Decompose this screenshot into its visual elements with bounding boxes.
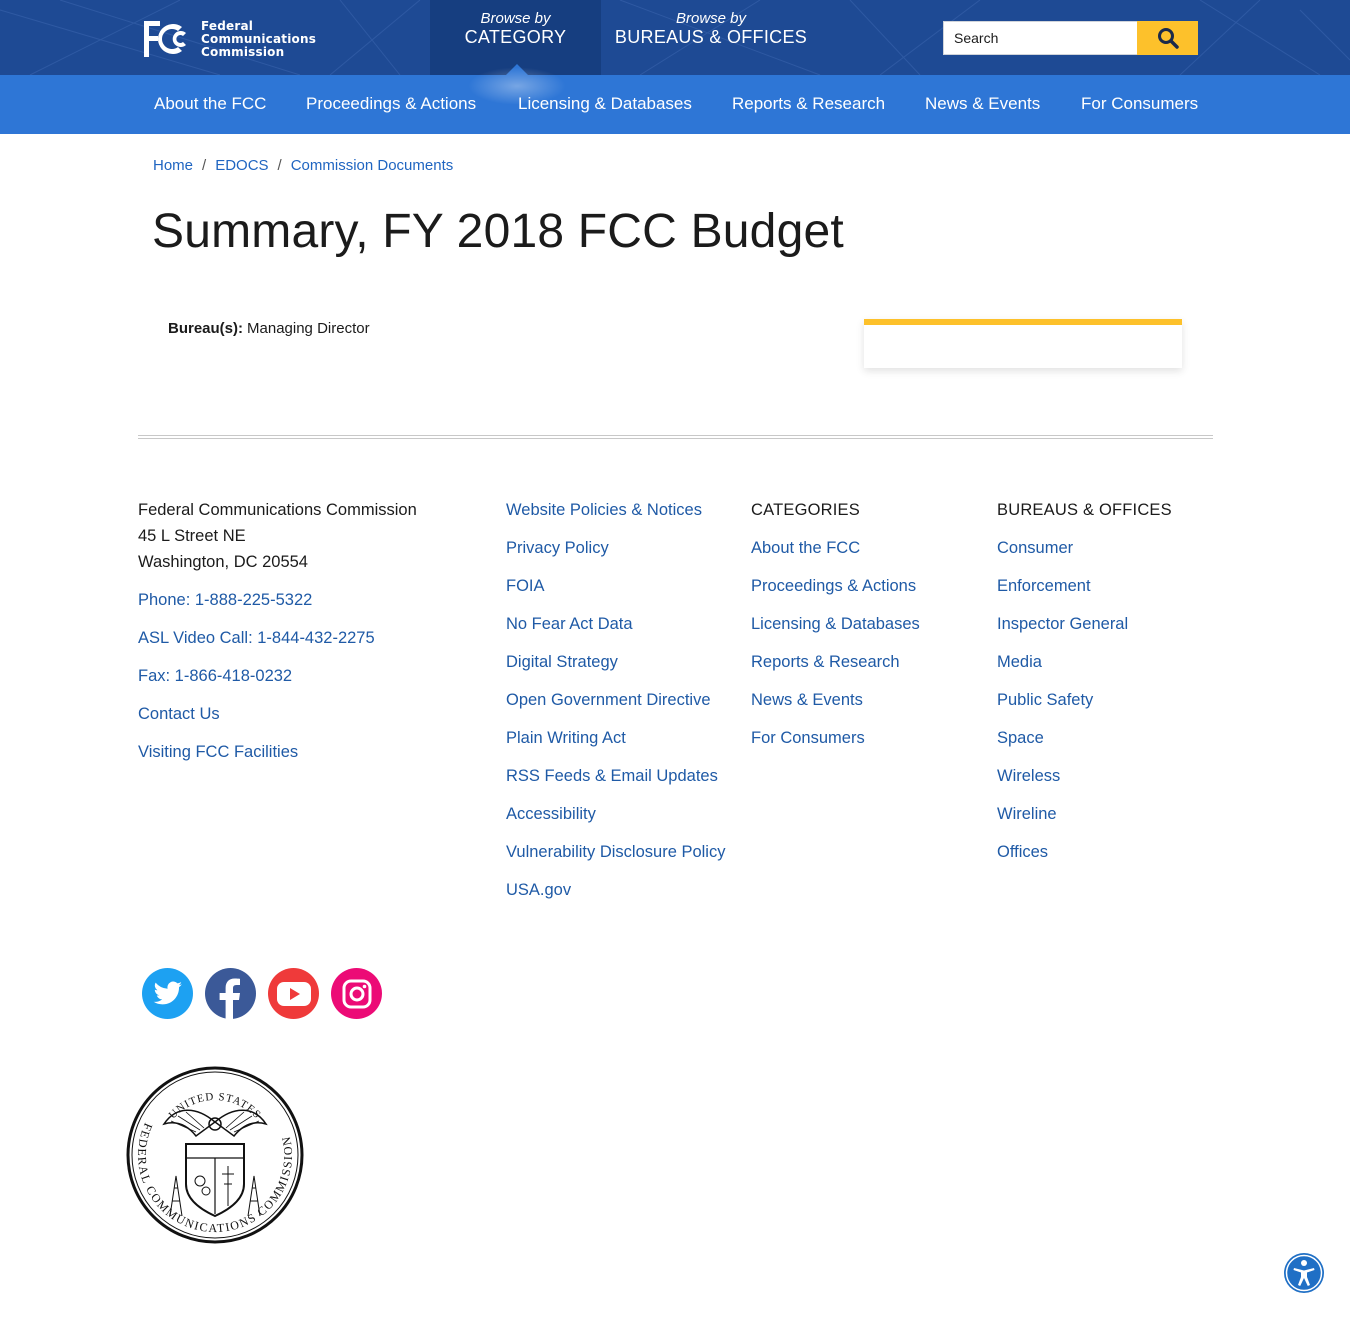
footer-policies: Website Policies & Notices Privacy Polic… bbox=[506, 497, 731, 915]
bureau-label: Bureau(s): bbox=[168, 320, 244, 337]
footer-divider bbox=[138, 435, 1213, 439]
footer-policy-link[interactable]: Digital Strategy bbox=[506, 649, 731, 675]
footer-phone-link[interactable]: Phone: 1-888-225-5322 bbox=[138, 587, 458, 613]
footer-bureau-link[interactable]: Inspector General bbox=[997, 611, 1217, 637]
fcc-seal-emblem-icon: UNITED STATES FEDERAL COMMUNICATIONS COM… bbox=[126, 1066, 304, 1244]
logo-wordmark: Federal Communications Commission bbox=[201, 18, 317, 59]
search-input[interactable] bbox=[943, 21, 1137, 55]
footer-category-link[interactable]: Licensing & Databases bbox=[751, 611, 971, 637]
footer-category-link[interactable]: Reports & Research bbox=[751, 649, 971, 675]
logo-line-2: Communications bbox=[201, 31, 317, 46]
footer-bureaus: BUREAUS & OFFICES Consumer Enforcement I… bbox=[997, 497, 1217, 877]
browse-by-label: Browse by bbox=[480, 10, 551, 27]
nav-item-about[interactable]: About the FCC bbox=[154, 94, 266, 114]
main-nav: About the FCC Proceedings & Actions Lice… bbox=[0, 67, 1350, 134]
footer-visiting-link[interactable]: Visiting FCC Facilities bbox=[138, 739, 458, 765]
footer-bureau-link[interactable]: Wireline bbox=[997, 801, 1217, 827]
footer-bureau-link[interactable]: Media bbox=[997, 649, 1217, 675]
search-form bbox=[943, 21, 1198, 55]
footer-org-name: Federal Communications Commission bbox=[138, 501, 417, 519]
footer-policy-link[interactable]: No Fear Act Data bbox=[506, 611, 731, 637]
footer-policy-link[interactable]: Vulnerability Disclosure Policy bbox=[506, 839, 731, 865]
logo-line-3: Commission bbox=[201, 44, 285, 59]
nav-item-news[interactable]: News & Events bbox=[925, 94, 1040, 114]
footer-contact-link[interactable]: Contact Us bbox=[138, 701, 458, 727]
breadcrumb-separator: / bbox=[277, 157, 282, 174]
footer-bureau-link[interactable]: Space bbox=[997, 725, 1217, 751]
document-side-card bbox=[864, 319, 1182, 368]
browse-by-label: Browse by bbox=[675, 10, 747, 27]
breadcrumb-home[interactable]: Home bbox=[153, 157, 193, 174]
footer-policy-link[interactable]: Open Government Directive bbox=[506, 687, 731, 713]
main-nav-list: About the FCC Proceedings & Actions Lice… bbox=[0, 75, 1350, 134]
footer-policy-link[interactable]: USA.gov bbox=[506, 877, 731, 903]
page-title: Summary, FY 2018 FCC Budget bbox=[152, 205, 844, 258]
bureau-info: Bureau(s): Managing Director bbox=[168, 320, 370, 337]
browse-by-bureaus-button[interactable]: Browse by BUREAUS & OFFICES bbox=[601, 0, 821, 75]
search-button[interactable] bbox=[1137, 21, 1198, 55]
logo-line-1: Federal bbox=[201, 18, 254, 33]
twitter-icon[interactable] bbox=[142, 968, 193, 1019]
footer-address: Federal Communications Commission 45 L S… bbox=[138, 497, 458, 765]
footer-bureaus-heading: BUREAUS & OFFICES bbox=[997, 501, 1172, 519]
footer-fax-link[interactable]: Fax: 1-866-418-0232 bbox=[138, 663, 458, 689]
nav-item-licensing[interactable]: Licensing & Databases bbox=[518, 94, 692, 114]
footer-policy-link[interactable]: Plain Writing Act bbox=[506, 725, 731, 751]
nav-item-reports[interactable]: Reports & Research bbox=[732, 94, 885, 114]
footer-street: 45 L Street NE bbox=[138, 527, 246, 545]
nav-item-proceedings[interactable]: Proceedings & Actions bbox=[306, 94, 476, 114]
fcc-seal: UNITED STATES FEDERAL COMMUNICATIONS COM… bbox=[126, 1066, 304, 1244]
nav-item-consumers[interactable]: For Consumers bbox=[1081, 94, 1198, 114]
breadcrumb-separator: / bbox=[202, 157, 207, 174]
footer-bureau-link[interactable]: Offices bbox=[997, 839, 1217, 865]
footer-bureau-link[interactable]: Enforcement bbox=[997, 573, 1217, 599]
bureau-value: Managing Director bbox=[247, 320, 370, 337]
footer-category-link[interactable]: Proceedings & Actions bbox=[751, 573, 971, 599]
footer-bureau-link[interactable]: Consumer bbox=[997, 535, 1217, 561]
footer-categories-heading: CATEGORIES bbox=[751, 501, 860, 519]
facebook-icon[interactable] bbox=[205, 968, 256, 1019]
fcc-logo[interactable]: Federal Communications Commission bbox=[142, 18, 322, 60]
footer-category-link[interactable]: About the FCC bbox=[751, 535, 971, 561]
footer-policy-link[interactable]: Privacy Policy bbox=[506, 535, 731, 561]
youtube-icon[interactable] bbox=[268, 968, 319, 1019]
browse-bureaus-label: BUREAUS & OFFICES bbox=[614, 27, 808, 47]
footer-policy-link[interactable]: FOIA bbox=[506, 573, 731, 599]
footer-city: Washington, DC 20554 bbox=[138, 553, 308, 571]
footer-asl-link[interactable]: ASL Video Call: 1-844-432-2275 bbox=[138, 625, 458, 651]
footer-policy-link[interactable]: Accessibility bbox=[506, 801, 731, 827]
accessibility-button[interactable] bbox=[1283, 1252, 1325, 1294]
instagram-icon[interactable] bbox=[331, 968, 382, 1019]
breadcrumb: Home / EDOCS / Commission Documents bbox=[153, 157, 453, 174]
footer-bureau-link[interactable]: Wireless bbox=[997, 763, 1217, 789]
breadcrumb-commission-documents[interactable]: Commission Documents bbox=[291, 157, 454, 174]
accessibility-icon bbox=[1284, 1253, 1324, 1293]
social-links bbox=[142, 968, 394, 1019]
footer-categories: CATEGORIES About the FCC Proceedings & A… bbox=[751, 497, 971, 763]
footer-category-link[interactable]: For Consumers bbox=[751, 725, 971, 751]
footer-category-link[interactable]: News & Events bbox=[751, 687, 971, 713]
browse-category-label: CATEGORY bbox=[464, 27, 567, 47]
fcc-logo-mark-icon bbox=[144, 21, 186, 57]
footer-bureau-link[interactable]: Public Safety bbox=[997, 687, 1217, 713]
breadcrumb-edocs[interactable]: EDOCS bbox=[215, 157, 268, 174]
search-icon bbox=[1157, 28, 1179, 49]
top-header: Federal Communications Commission Browse… bbox=[0, 0, 1350, 75]
footer-policy-link[interactable]: RSS Feeds & Email Updates bbox=[506, 763, 731, 789]
footer-policy-link[interactable]: Website Policies & Notices bbox=[506, 497, 731, 523]
